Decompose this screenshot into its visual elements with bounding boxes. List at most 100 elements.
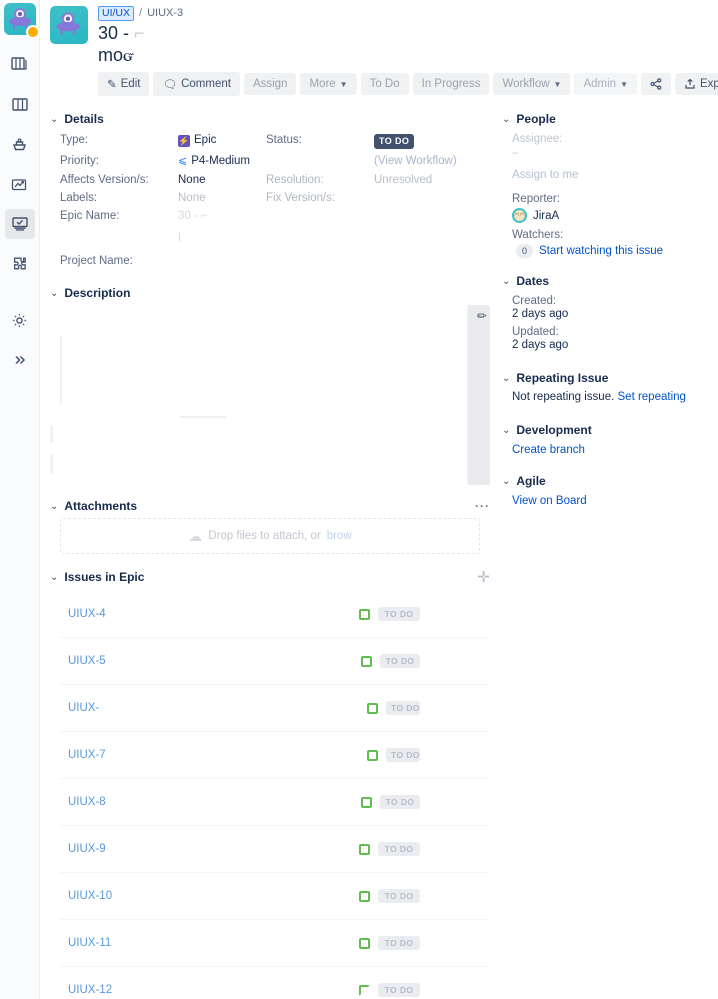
share-button[interactable] [640,73,671,95]
ship-icon [13,138,26,150]
status-badge: TO DO [378,842,420,856]
description-section-header[interactable]: ⌄ Description [50,286,490,300]
admin-button[interactable]: Admin ▼ [574,73,637,95]
sidebar-item-settings[interactable] [5,305,35,335]
chevron-down-icon: ▼ [553,79,562,89]
chevrons-right-icon [14,355,25,365]
issues-in-epic-header[interactable]: ⌄ Issues in Epic ✛ [50,568,490,586]
grid-filler [266,207,374,225]
sidebar-item-boards[interactable] [5,49,35,79]
chevron-down-icon: ⌄ [502,424,511,436]
sidebar-expand-button[interactable] [5,345,35,375]
chevron-down-icon: ▼ [620,79,628,89]
pencil-icon[interactable]: ✏ [477,309,487,323]
assign-to-me-link[interactable]: Assign to me [502,167,708,183]
view-on-board-link[interactable]: View on Board [502,493,708,509]
people-section-header[interactable]: ⌄ People [502,112,708,126]
sidebar-item-releases[interactable] [5,129,35,159]
priority-value: ⩽ P4-Medium [178,152,266,171]
edit-button[interactable]: ✎ Edit [98,72,150,96]
repeating-section-title: Repeating Issue [516,371,609,385]
comment-button[interactable]: 🗨 Comment [153,72,240,96]
issue-key-link[interactable]: UIUX-4 [60,608,260,620]
issue-key-link[interactable]: UIUX-5 [60,655,260,667]
project-name-label: Project Name: [60,255,133,267]
in-progress-transition-button[interactable]: In Progress [412,73,490,95]
cloud-upload-icon: ☁ [188,527,203,544]
status-badge: TO DO [386,748,420,762]
export-button-label: Export [699,78,718,90]
comment-button-label: Comment [181,78,231,90]
table-row[interactable]: UIUX-7 TO DO [60,732,490,779]
create-branch-link[interactable]: Create branch [502,442,708,458]
breadcrumb-project[interactable]: UI/UX [98,5,135,21]
sidebar-item-reports[interactable] [5,169,35,199]
chevron-down-icon: ⌄ [50,113,59,125]
issue-key-link[interactable]: UIUX-11 [60,937,260,949]
dropzone-browse-link[interactable]: brow [327,530,352,542]
more-button[interactable]: More ▼ [300,73,357,95]
project-avatar[interactable] [50,6,88,44]
table-row[interactable]: UIUX-10 TO DO [60,873,490,920]
dates-section-header[interactable]: ⌄ Dates [502,274,708,288]
priority-value-text: P4-Medium [191,155,251,167]
description-section-title: Description [64,286,131,300]
comment-icon: 🗨 [162,79,178,91]
sidebar-item-addons[interactable] [5,249,35,279]
table-row[interactable]: UIUX-4 TO DO [60,591,490,638]
watchers-row[interactable]: 0 Start watching this issue [502,241,708,258]
boards-icon [10,57,27,70]
people-section-title: People [516,112,556,126]
more-options-icon[interactable]: ··· [475,499,490,513]
labels-value: None [178,192,206,204]
story-type-icon [359,843,370,855]
status-badge: TO DO [386,701,420,715]
ufo-avatar-icon [55,12,82,37]
attachment-dropzone[interactable]: ☁ Drop files to attach, or brow [60,518,480,554]
sidebar-item-issues[interactable] [4,209,35,239]
export-button[interactable]: Export ▼ [674,73,718,95]
view-workflow-link[interactable]: (View Workflow) [374,155,457,167]
description-skeleton [50,425,53,443]
table-row[interactable]: UIUX-11 TO DO [60,920,490,967]
avatar: ◠◠ [512,208,527,223]
table-row[interactable]: UIUX-12 TO DO [60,967,490,999]
details-section-header[interactable]: ⌄ Details [50,112,490,126]
reporter-row[interactable]: ◠◠ JiraA [502,205,708,223]
table-row[interactable]: UIUX- TO DO [60,685,490,732]
admin-button-label: Admin [583,78,617,90]
repeating-section-header[interactable]: ⌄ Repeating Issue [502,371,708,385]
set-repeating-link[interactable]: Set repeating [618,391,686,403]
workflow-button[interactable]: Workflow ▼ [493,73,571,95]
sidebar-item-backlog[interactable] [5,89,35,119]
page-title-line2: moᏻ [98,45,135,65]
reporter-value: JiraA [533,209,560,222]
project-logo[interactable] [3,3,40,39]
plus-icon[interactable]: ✛ [477,568,490,586]
issue-key-link[interactable]: UIUX-9 [60,843,260,855]
created-value: 2 days ago [512,308,569,320]
table-row[interactable]: UIUX-9 TO DO [60,826,490,873]
todo-transition-button[interactable]: To Do [360,73,409,95]
attachments-section-header[interactable]: ⌄ Attachments ··· [50,499,490,513]
issue-key-link[interactable]: UIUX- [60,702,260,714]
repeating-text: Not repeating issue. [512,391,615,403]
in-progress-button-label: In Progress [421,78,481,90]
development-section-header[interactable]: ⌄ Development [502,423,708,437]
watchers-count-badge: 0 [516,244,534,258]
breadcrumb-issue-key[interactable]: UIUX-3 [147,7,183,19]
description-scrollbar[interactable] [468,305,490,485]
issue-key-link[interactable]: UIUX-12 [60,984,260,996]
page-title-ghost: ⌐ [134,23,145,43]
description-body[interactable]: ▁▁▁▁▁ ✏ [50,305,490,493]
start-watching-link[interactable]: Start watching this issue [539,245,663,257]
assignee-label: Assignee: [512,133,563,145]
agile-section-header[interactable]: ⌄ Agile [502,474,708,488]
issue-key-link[interactable]: UIUX-7 [60,749,260,761]
assign-button[interactable]: Assign [243,73,297,95]
table-row[interactable]: UIUX-5 TO DO [60,638,490,685]
issue-key-link[interactable]: UIUX-10 [60,890,260,902]
issue-key-link[interactable]: UIUX-8 [60,796,260,808]
notification-badge [25,25,40,39]
table-row[interactable]: UIUX-8 TO DO [60,779,490,826]
